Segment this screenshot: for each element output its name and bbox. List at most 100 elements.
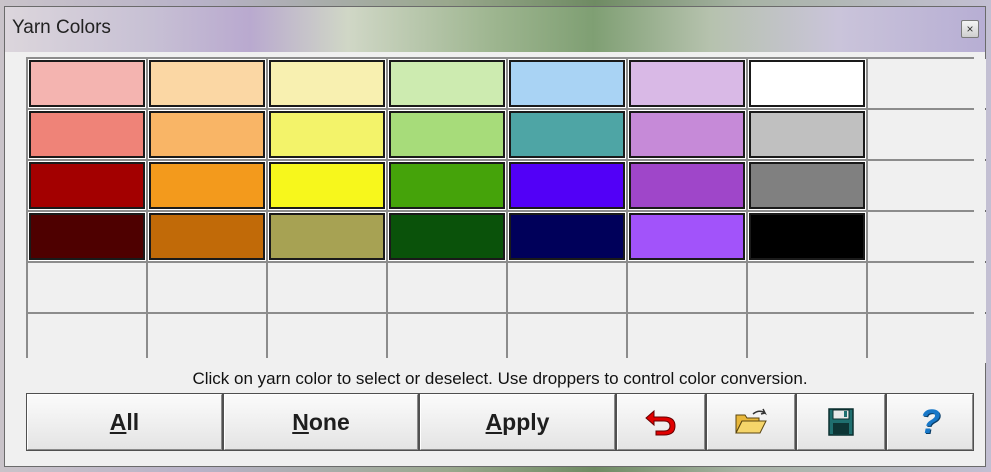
swatch-fill — [269, 162, 385, 209]
empty-color-slot[interactable] — [508, 263, 626, 312]
swatch-fill — [389, 60, 505, 107]
yarn-color-swatch[interactable] — [148, 161, 266, 210]
empty-color-slot[interactable] — [268, 263, 386, 312]
swatch-fill — [509, 162, 625, 209]
yarn-color-swatch[interactable] — [268, 161, 386, 210]
empty-color-slot[interactable] — [508, 314, 626, 363]
swatch-fill — [29, 60, 145, 107]
yarn-color-swatch[interactable] — [28, 59, 146, 108]
swatch-fill — [29, 111, 145, 158]
empty-color-slot[interactable] — [148, 263, 266, 312]
empty-color-slot[interactable] — [628, 263, 746, 312]
help-button[interactable]: ? — [886, 393, 974, 451]
close-button[interactable]: × — [961, 20, 979, 38]
empty-color-slot[interactable] — [388, 314, 506, 363]
swatch-fill — [509, 60, 625, 107]
empty-color-slot[interactable] — [868, 59, 986, 108]
yarn-color-swatch[interactable] — [508, 110, 626, 159]
yarn-color-swatch[interactable] — [28, 161, 146, 210]
swatch-fill — [749, 213, 865, 260]
empty-color-slot[interactable] — [28, 314, 146, 363]
empty-color-slot[interactable] — [868, 161, 986, 210]
yarn-color-swatch[interactable] — [28, 110, 146, 159]
yarn-color-swatch[interactable] — [748, 212, 866, 261]
swatch-fill — [269, 213, 385, 260]
window-title: Yarn Colors — [12, 17, 111, 38]
yarn-color-swatch[interactable] — [388, 59, 506, 108]
yarn-color-swatch[interactable] — [748, 161, 866, 210]
yarn-color-swatch[interactable] — [268, 110, 386, 159]
swatch-fill — [269, 60, 385, 107]
yarn-color-swatch[interactable] — [148, 212, 266, 261]
apply-mnemonic: A — [485, 408, 503, 435]
swatch-fill — [509, 111, 625, 158]
swatch-fill — [509, 213, 625, 260]
swatch-fill — [629, 60, 745, 107]
swatch-fill — [149, 213, 265, 260]
yarn-color-swatch[interactable] — [628, 212, 746, 261]
yarn-color-swatch[interactable] — [268, 59, 386, 108]
yarn-color-swatch[interactable] — [388, 161, 506, 210]
swatch-fill — [749, 60, 865, 107]
instruction-text: Click on yarn color to select or deselec… — [192, 369, 808, 388]
yarn-color-swatch[interactable] — [628, 110, 746, 159]
swatch-fill — [629, 162, 745, 209]
yarn-color-swatch[interactable] — [388, 212, 506, 261]
swatch-fill — [389, 111, 505, 158]
empty-color-slot[interactable] — [748, 314, 866, 363]
open-folder-icon — [735, 408, 767, 434]
floppy-disk-icon — [828, 408, 854, 436]
swatch-fill — [29, 213, 145, 260]
none-label-rest: one — [308, 408, 350, 435]
yarn-color-swatch[interactable] — [148, 110, 266, 159]
all-mnemonic: A — [109, 408, 127, 435]
apply-label-rest: pply — [502, 408, 550, 435]
none-mnemonic: N — [292, 408, 309, 435]
title-bar: Yarn Colors × — [5, 7, 985, 52]
empty-color-slot[interactable] — [268, 314, 386, 363]
yarn-color-swatch[interactable] — [28, 212, 146, 261]
swatch-fill — [29, 162, 145, 209]
swatch-fill — [749, 111, 865, 158]
yarn-color-swatch[interactable] — [748, 110, 866, 159]
yarn-color-swatch[interactable] — [628, 161, 746, 210]
button-bar: All None Apply ? — [26, 393, 974, 451]
yarn-color-swatch[interactable] — [508, 161, 626, 210]
empty-color-slot[interactable] — [28, 263, 146, 312]
undo-button[interactable] — [616, 393, 706, 451]
swatch-fill — [389, 162, 505, 209]
swatch-fill — [149, 111, 265, 158]
undo-arrow-icon — [645, 409, 676, 436]
select-none-button[interactable]: None — [223, 393, 419, 451]
select-all-button[interactable]: All — [26, 393, 223, 451]
yarn-color-swatch[interactable] — [268, 212, 386, 261]
swatch-fill — [269, 111, 385, 158]
yarn-color-swatch[interactable] — [628, 59, 746, 108]
empty-color-slot[interactable] — [868, 314, 986, 363]
swatch-fill — [149, 60, 265, 107]
empty-color-slot[interactable] — [868, 212, 986, 261]
yarn-color-swatch[interactable] — [388, 110, 506, 159]
empty-color-slot[interactable] — [148, 314, 266, 363]
yarn-color-palette — [26, 57, 986, 363]
question-mark-icon: ? — [919, 402, 941, 441]
swatch-fill — [749, 162, 865, 209]
yarn-color-swatch[interactable] — [508, 212, 626, 261]
empty-color-slot[interactable] — [748, 263, 866, 312]
save-button[interactable] — [796, 393, 886, 451]
empty-color-slot[interactable] — [868, 263, 986, 312]
empty-color-slot[interactable] — [628, 314, 746, 363]
all-label-rest: ll — [126, 408, 140, 435]
close-icon: × — [966, 22, 974, 36]
apply-button[interactable]: Apply — [419, 393, 616, 451]
empty-color-slot[interactable] — [868, 110, 986, 159]
swatch-fill — [629, 111, 745, 158]
empty-color-slot[interactable] — [388, 263, 506, 312]
swatch-fill — [149, 162, 265, 209]
open-button[interactable] — [706, 393, 796, 451]
yarn-color-swatch[interactable] — [508, 59, 626, 108]
swatch-fill — [389, 213, 505, 260]
yarn-color-swatch[interactable] — [148, 59, 266, 108]
yarn-color-swatch[interactable] — [748, 59, 866, 108]
swatch-fill — [629, 213, 745, 260]
